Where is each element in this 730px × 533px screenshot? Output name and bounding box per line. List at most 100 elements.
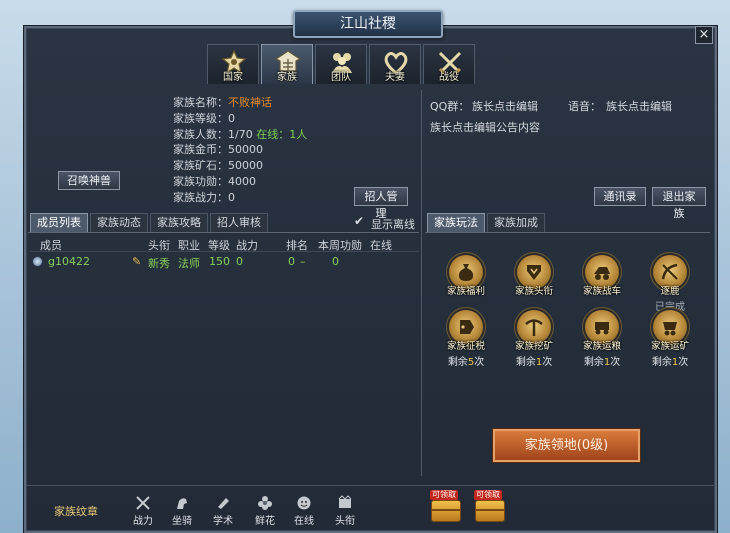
power-label: 家族战力：	[173, 190, 228, 204]
panel-divider	[421, 90, 422, 476]
smiley-icon	[297, 496, 311, 510]
activity-name: 家族运矿	[650, 341, 689, 352]
right-tab-rule	[425, 232, 710, 233]
voice-label: 语音：	[568, 100, 601, 113]
activity-grain-transport[interactable]: 家族运粮 剩余1次	[574, 310, 630, 368]
family-gold: 50000	[228, 143, 263, 157]
tab-family-play[interactable]: 家族玩法	[427, 213, 485, 232]
tab-member-list[interactable]: 成员列表	[30, 213, 88, 232]
bottom-icon-label: 学术	[213, 516, 233, 527]
family-crest-label: 家族纹章	[54, 505, 98, 518]
member-power: 0	[236, 255, 243, 268]
bottom-power[interactable]: 战力	[128, 494, 158, 527]
bottom-academic[interactable]: 学术	[208, 494, 238, 527]
name-label: 家族名称：	[173, 96, 228, 109]
scroll-icon	[218, 498, 229, 509]
close-button[interactable]: ×	[695, 26, 713, 44]
tab-battle[interactable]: 战役	[423, 44, 475, 84]
leave-family-button[interactable]: 退出家族	[652, 187, 706, 220]
activity-ore-transport[interactable]: 家族运矿 剩余1次	[642, 310, 698, 368]
family-level: 0	[228, 111, 235, 125]
member-rank-dash: –	[300, 255, 306, 268]
activity-welfare[interactable]: 家族福利	[438, 255, 494, 297]
family-merit: 4000	[228, 174, 256, 188]
member-weekly-merit: 0	[332, 255, 339, 268]
treasure-chest-icon	[431, 500, 461, 522]
top-tabs: 国家 家族 团队 夫妻 战役	[207, 44, 475, 84]
tab-label: 家族	[277, 72, 297, 83]
show-offline-checkbox[interactable]: ✔	[354, 215, 367, 228]
online-label: 在线：	[256, 127, 290, 141]
activity-remaining: 剩余1次	[642, 353, 698, 368]
member-title: 新秀	[148, 257, 170, 270]
activity-title[interactable]: 家族头衔	[506, 255, 562, 297]
contacts-button[interactable]: 通讯录	[594, 187, 646, 206]
bottom-icon-label: 头衔	[335, 516, 355, 527]
left-subtabs: 成员列表 家族动态 家族攻略 招人审核	[30, 213, 268, 232]
reward-chest-2[interactable]: 可领取	[472, 490, 508, 524]
recruit-manage-button[interactable]: 招人管理	[354, 187, 408, 220]
tab-family[interactable]: 家族	[261, 44, 313, 84]
remaining-suffix: 次	[474, 357, 485, 368]
members-label: 家族人数：	[173, 127, 228, 141]
qq-value[interactable]: 族长点击编辑	[472, 98, 538, 114]
member-level: 150	[209, 255, 230, 268]
activity-deer-hunt[interactable]: 逐鹿 已完成	[642, 255, 698, 313]
flower-icon	[258, 496, 272, 510]
voice-value[interactable]: 族长点击编辑	[606, 98, 672, 114]
tab-family-bonus[interactable]: 家族加成	[487, 213, 545, 232]
right-subtabs: 家族玩法 家族加成	[427, 213, 545, 232]
activity-remaining: 剩余1次	[574, 353, 630, 368]
family-ore: 50000	[228, 159, 263, 173]
tab-label: 夫妻	[385, 72, 405, 83]
bottom-icon-label: 鲜花	[255, 516, 275, 527]
activity-remaining: 剩余5次	[438, 353, 494, 368]
tab-label: 国家	[223, 72, 243, 83]
bottom-title[interactable]: 头衔	[330, 494, 360, 527]
tab-couple[interactable]: 夫妻	[369, 44, 421, 84]
bottom-icon-label: 战力	[133, 516, 153, 527]
table-row[interactable]: g10422 ✎ 新秀 法师 150 0 0 – 0	[32, 255, 416, 270]
online-count: 1人	[289, 127, 308, 141]
tab-family-guide[interactable]: 家族攻略	[150, 213, 208, 232]
left-tab-rule	[28, 232, 419, 233]
claimable-tag: 可领取	[430, 490, 458, 500]
tab-country[interactable]: 国家	[207, 44, 259, 84]
bottom-flower[interactable]: 鲜花	[250, 494, 280, 527]
tab-team[interactable]: 团队	[315, 44, 367, 84]
activity-name: 逐鹿	[660, 286, 680, 297]
level-label: 家族等级：	[173, 111, 228, 125]
treasure-chest-icon	[475, 500, 505, 522]
remaining-prefix: 剩余	[447, 357, 468, 368]
notice-text[interactable]: 族长点击编辑公告内容	[430, 119, 540, 135]
remaining-prefix: 剩余	[515, 357, 536, 368]
tab-family-news[interactable]: 家族动态	[90, 213, 148, 232]
header-rule	[30, 251, 419, 252]
tab-recruit-review[interactable]: 招人审核	[210, 213, 268, 232]
crossed-swords-icon	[136, 496, 150, 510]
bottom-rule	[26, 485, 716, 486]
activity-tax[interactable]: 家族征税 剩余5次	[438, 310, 494, 368]
remaining-suffix: 次	[542, 357, 553, 368]
family-info: 家族名称：不败神话 家族等级：0 家族人数：1/70 在线：1人 家族金币：50…	[173, 95, 307, 206]
mount-icon	[177, 498, 187, 509]
show-offline-label: 显示离线	[371, 218, 415, 231]
family-territory-button[interactable]: 家族领地(0级)	[493, 429, 640, 462]
ore-label: 家族矿石：	[173, 159, 228, 173]
activity-name: 家族头衔	[514, 286, 553, 297]
activity-mining[interactable]: 家族挖矿 剩余1次	[506, 310, 562, 368]
bottom-online[interactable]: 在线	[289, 494, 319, 527]
window-title: 江山社稷	[293, 10, 443, 38]
family-members: 1/70	[228, 127, 253, 141]
activity-chariot[interactable]: 家族战车	[574, 255, 630, 297]
title-icon	[338, 495, 352, 508]
activity-name: 家族福利	[446, 286, 485, 297]
bottom-mount[interactable]: 坐骑	[167, 494, 197, 527]
member-name: g10422	[48, 255, 90, 268]
summon-beast-button[interactable]: 召唤神兽	[58, 171, 120, 190]
member-class: 法师	[178, 257, 200, 270]
family-power: 0	[228, 190, 235, 204]
remaining-suffix: 次	[610, 357, 621, 368]
reward-chest-1[interactable]: 可领取	[428, 490, 464, 524]
activity-name: 家族战车	[582, 286, 621, 297]
